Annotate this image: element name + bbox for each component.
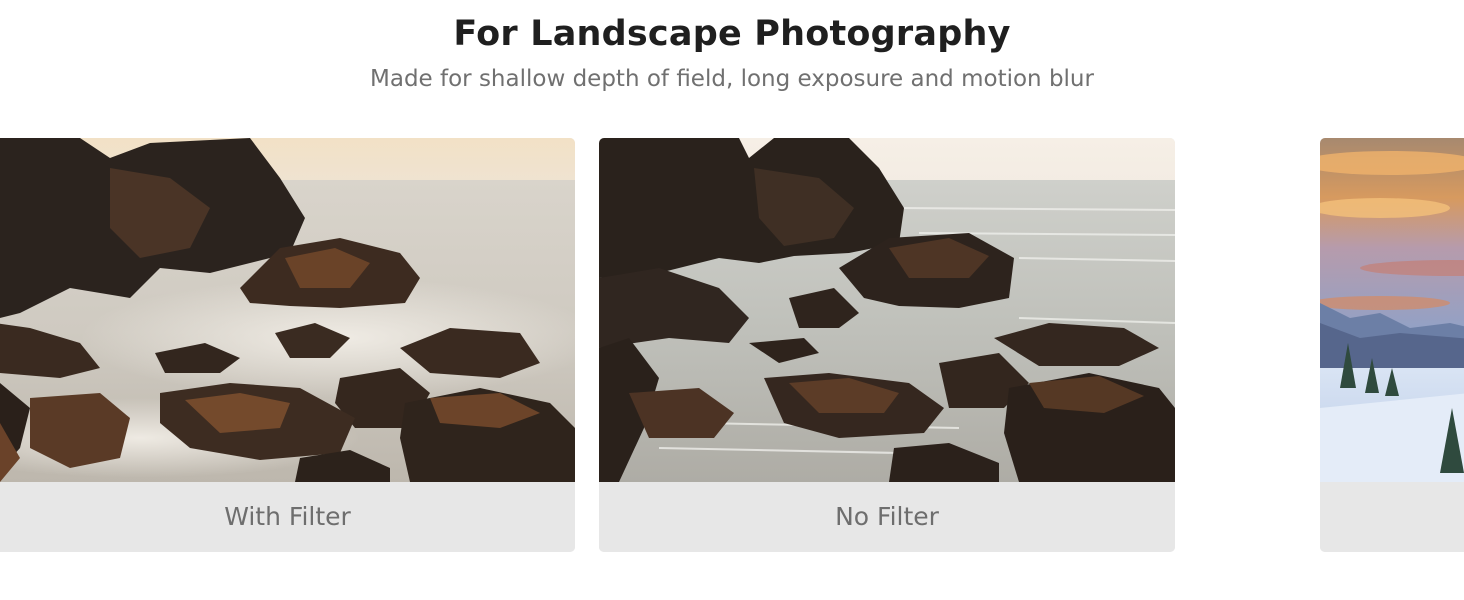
card-label-next [1320, 482, 1464, 552]
seascape-long-exposure-photo [0, 138, 575, 482]
comparison-card-no-filter[interactable]: No Filter [599, 138, 1175, 552]
comparison-card-next[interactable] [1320, 138, 1464, 552]
page: For Landscape Photography Made for shall… [0, 0, 1464, 600]
snowy-mountain-photo [1320, 138, 1464, 482]
section-subtitle: Made for shallow depth of field, long ex… [370, 66, 1094, 92]
seascape-no-filter-photo [599, 138, 1175, 482]
section-title: For Landscape Photography [453, 14, 1011, 54]
card-label-with-filter: With Filter [0, 482, 575, 552]
card-label-no-filter: No Filter [599, 482, 1175, 552]
comparison-card-with-filter[interactable]: With Filter [0, 138, 575, 552]
